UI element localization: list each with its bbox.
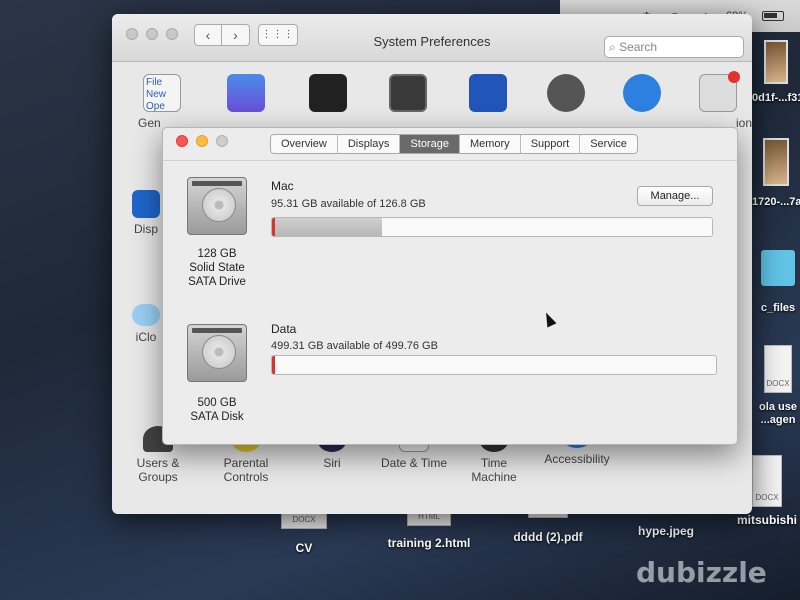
desktop-file-label: dddd (2).pdf	[513, 530, 583, 544]
pref-label: Siri	[323, 456, 341, 470]
desktop-file-label: c_files	[760, 302, 796, 314]
tab-memory[interactable]: Memory	[460, 135, 521, 153]
search-icon: ⌕	[609, 40, 616, 54]
pref-label: Accessibility	[544, 452, 610, 466]
image-thumbnail-icon	[763, 138, 789, 186]
folder-icon	[761, 250, 795, 286]
pref-label: Time Machine	[471, 456, 517, 484]
desktop-folder-c-files[interactable]: c_files	[756, 250, 800, 314]
pref-notifications[interactable]: ions	[678, 71, 752, 130]
volume-available: 499.31 GB available of 499.76 GB	[271, 340, 438, 352]
notifications-icon	[699, 71, 740, 112]
pref-general[interactable]: File New Ope Gen	[122, 74, 202, 130]
security-house-icon	[547, 74, 585, 112]
about-this-mac-window: Overview Displays Storage Memory Support…	[162, 127, 738, 445]
storage-usage-bar	[271, 355, 717, 375]
general-icon: File New Ope	[143, 74, 181, 112]
tab-overview[interactable]: Overview	[271, 135, 338, 153]
pref-label: Users & Groups	[136, 456, 180, 484]
desktop-file-label: 1720-...7a7.jpeg	[752, 196, 800, 208]
battery-icon[interactable]	[762, 11, 784, 21]
search-input[interactable]: ⌕ Search	[604, 36, 744, 58]
desktop-screensaver-icon	[227, 74, 265, 112]
storage-used-segment	[272, 218, 382, 236]
volume-name: Mac	[271, 179, 294, 193]
pref-dock[interactable]	[288, 74, 368, 116]
hard-drive-icon	[187, 324, 247, 382]
icloud-icon	[132, 304, 160, 326]
pref-label: Date & Time	[380, 456, 448, 470]
desktop-file-label: mitsubishi	[736, 513, 797, 527]
mission-control-icon	[389, 74, 427, 112]
hard-drive-icon	[187, 177, 247, 235]
volume-name: Data	[271, 322, 297, 336]
desktop-file-label: training 2.html	[387, 536, 471, 550]
titlebar-divider	[163, 160, 737, 161]
watermark: dubizzle	[636, 556, 767, 589]
manage-button[interactable]: Manage...	[637, 186, 713, 206]
desktop-file-2[interactable]: 1720-...7a7.jpeg	[752, 138, 800, 209]
desktop-file-label: CV	[295, 541, 313, 555]
tab-bar: Overview Displays Storage Memory Support…	[270, 134, 638, 154]
pref-mission-control[interactable]	[368, 74, 448, 116]
close-button[interactable]	[176, 135, 188, 147]
storage-usage-bar	[271, 217, 713, 237]
disk-caption-sata: 500 GB SATA Disk	[190, 397, 244, 423]
pref-language-region[interactable]	[448, 74, 528, 116]
tab-service[interactable]: Service	[580, 135, 637, 153]
pref-spotlight[interactable]	[602, 74, 682, 116]
globe-flag-icon	[469, 74, 507, 112]
desktop-file-label: ola use ...agen	[759, 401, 797, 426]
search-placeholder: Search	[619, 40, 658, 54]
notification-badge-icon	[728, 71, 740, 83]
tab-storage[interactable]: Storage	[400, 135, 460, 153]
pref-security[interactable]	[526, 74, 606, 116]
document-icon: DOCX	[764, 345, 792, 393]
pref-desktop[interactable]	[206, 74, 286, 116]
image-thumbnail-icon	[764, 40, 788, 84]
zoom-button	[216, 135, 228, 147]
desktop-file-1[interactable]: 0d1f-...f31.jpeg	[752, 40, 800, 105]
spotlight-magnifier-icon	[623, 74, 661, 112]
pref-label: Parental Controls	[223, 456, 269, 484]
volume-available: 95.31 GB available of 126.8 GB	[271, 198, 426, 210]
dock-icon	[309, 74, 347, 112]
desktop-file-label: 0d1f-...f31.jpeg	[752, 92, 800, 104]
minimize-button[interactable]	[196, 135, 208, 147]
desktop-file-4[interactable]: DOCX ola use ...agen	[756, 345, 800, 427]
tab-displays[interactable]: Displays	[338, 135, 401, 153]
disk-caption-ssd: 128 GB Solid State SATA Drive	[188, 248, 246, 288]
document-icon: DOCX	[752, 455, 782, 507]
tab-support[interactable]: Support	[521, 135, 581, 153]
desktop-file-label: hype.jpeg	[637, 524, 694, 538]
sysprefs-titlebar: ‹ › ⋮⋮⋮ System Preferences ⌕ Search	[112, 14, 752, 62]
display-icon	[132, 190, 160, 218]
